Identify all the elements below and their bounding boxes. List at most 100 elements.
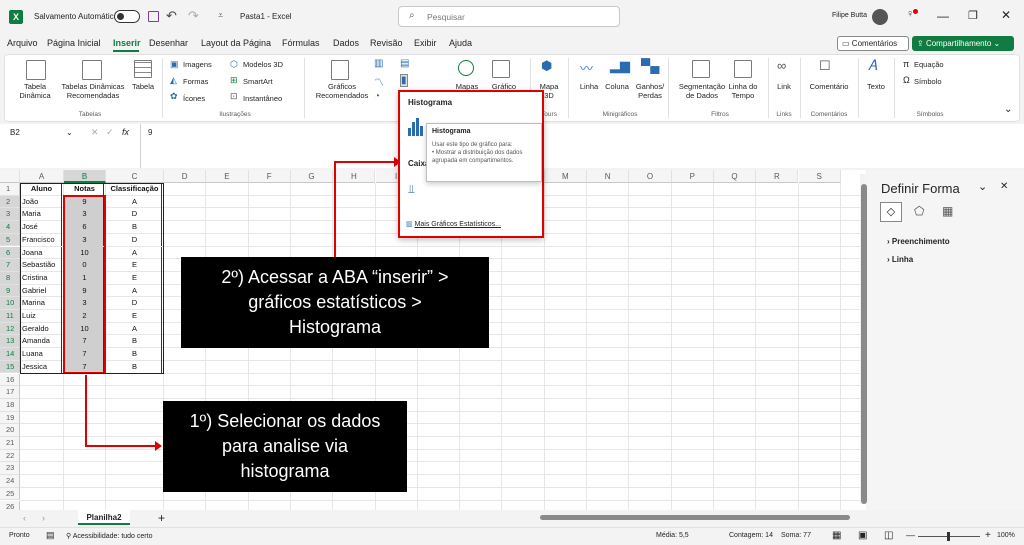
row-header[interactable]: 12 bbox=[0, 322, 20, 336]
sparkline-winloss-button[interactable]: Ganhos/ Perdas bbox=[630, 82, 670, 100]
column-header[interactable]: A bbox=[20, 170, 64, 183]
table-cell[interactable]: Joana bbox=[22, 246, 62, 260]
table-cell[interactable]: Marina bbox=[22, 297, 62, 310]
table-cell[interactable]: 1 bbox=[66, 271, 104, 285]
row-header[interactable]: 5 bbox=[0, 233, 20, 247]
table-button[interactable]: Tabela bbox=[128, 82, 158, 91]
timeline-button[interactable]: Linha do Tempo bbox=[724, 82, 762, 100]
column-header[interactable]: B bbox=[64, 170, 106, 183]
table-cell[interactable]: Gabriel bbox=[22, 284, 62, 298]
panel-close-icon[interactable]: ✕ bbox=[1000, 181, 1008, 192]
icons-button[interactable]: Ícones bbox=[183, 94, 205, 103]
zoom-out-icon[interactable]: — bbox=[906, 530, 915, 540]
table-cell[interactable]: 2 bbox=[66, 310, 104, 323]
column-header[interactable]: F bbox=[248, 170, 291, 183]
column-header[interactable]: H bbox=[333, 170, 376, 183]
redo-icon[interactable]: ↷ bbox=[188, 8, 199, 24]
table-cell[interactable]: 10 bbox=[66, 246, 104, 260]
next-sheet-icon[interactable]: › bbox=[42, 513, 45, 523]
search-box[interactable]: ⌕ Pesquisar bbox=[398, 6, 620, 27]
effects-tab-icon[interactable]: ⬠ bbox=[914, 204, 924, 218]
table-cell[interactable]: Jessica bbox=[22, 360, 62, 374]
row-header[interactable]: 17 bbox=[0, 386, 20, 399]
fx-icon[interactable]: fx bbox=[122, 127, 129, 137]
more-stats-charts[interactable]: ▥ Mais Gráficos Estatísticos... bbox=[406, 220, 501, 228]
table-cell[interactable]: E bbox=[108, 310, 162, 323]
row-header[interactable]: 3 bbox=[0, 208, 20, 222]
column-header[interactable]: G bbox=[290, 170, 334, 183]
images-button[interactable]: Imagens bbox=[183, 60, 212, 69]
size-properties-tab-icon[interactable]: ▦ bbox=[942, 204, 953, 218]
table-cell[interactable]: B bbox=[108, 348, 162, 361]
3d-models-button[interactable]: Modelos 3D bbox=[243, 60, 283, 69]
prev-sheet-icon[interactable]: ‹ bbox=[23, 513, 26, 523]
column-header[interactable]: D bbox=[164, 170, 207, 183]
recommended-pivot-button[interactable]: Tabelas Dinâmicas Recomendadas bbox=[58, 82, 128, 100]
fill-line-tab[interactable]: ◇ bbox=[880, 202, 902, 222]
sparkline-column-button[interactable]: Coluna bbox=[603, 82, 631, 91]
row-header[interactable]: 13 bbox=[0, 335, 20, 349]
row-header[interactable]: 24 bbox=[0, 475, 20, 488]
table-cell[interactable]: 10 bbox=[66, 322, 104, 336]
row-header[interactable]: 1 bbox=[0, 183, 20, 196]
table-cell[interactable]: A bbox=[108, 322, 162, 336]
row-header[interactable]: 14 bbox=[0, 348, 20, 361]
fill-section[interactable]: › Preenchimento bbox=[887, 237, 950, 246]
tab-layout[interactable]: Layout da Página bbox=[201, 38, 271, 48]
vertical-scrollbar[interactable] bbox=[860, 174, 868, 504]
column-header[interactable]: Q bbox=[713, 170, 757, 183]
table-cell[interactable]: Classificação bbox=[108, 183, 162, 196]
page-break-icon[interactable]: ◫ bbox=[884, 530, 893, 541]
table-cell[interactable]: 3 bbox=[66, 297, 104, 310]
pivot-table-button[interactable]: Tabela Dinâmica bbox=[10, 82, 60, 100]
column-header[interactable]: S bbox=[798, 170, 841, 183]
row-header[interactable]: 19 bbox=[0, 411, 20, 425]
tab-inserir[interactable]: Inserir bbox=[113, 38, 141, 48]
table-cell[interactable]: 9 bbox=[66, 195, 104, 209]
table-cell[interactable]: E bbox=[108, 259, 162, 272]
zoom-slider[interactable] bbox=[918, 532, 980, 541]
recommended-charts-button[interactable]: Gráficos Recomendados bbox=[312, 82, 372, 100]
column-chart-icon[interactable]: ▥ bbox=[374, 58, 383, 69]
row-header[interactable]: 2 bbox=[0, 195, 20, 209]
normal-view-icon[interactable]: ▦ bbox=[832, 530, 841, 541]
table-cell[interactable]: 7 bbox=[66, 348, 104, 361]
tab-desenhar[interactable]: Desenhar bbox=[149, 38, 188, 48]
comment-insert-button[interactable]: Comentário bbox=[806, 82, 852, 91]
statistic-chart-icon[interactable]: ▮ bbox=[400, 74, 408, 87]
row-header[interactable]: 25 bbox=[0, 487, 20, 501]
comments-button[interactable]: ▭ Comentários bbox=[837, 36, 909, 51]
line-chart-icon[interactable]: 〽 bbox=[374, 74, 384, 89]
table-cell[interactable]: Maria bbox=[22, 208, 62, 222]
table-cell[interactable]: 3 bbox=[66, 233, 104, 247]
table-cell[interactable]: Aluno bbox=[22, 183, 62, 196]
accessibility-status[interactable]: ⚲ Acessibilidade: tudo certo bbox=[66, 532, 152, 540]
shapes-button[interactable]: Formas bbox=[183, 77, 208, 86]
row-header[interactable]: 18 bbox=[0, 398, 20, 412]
autosave-toggle[interactable] bbox=[114, 10, 140, 23]
column-header[interactable]: N bbox=[587, 170, 630, 183]
column-header[interactable]: C bbox=[106, 170, 164, 183]
table-cell[interactable]: Luiz bbox=[22, 310, 62, 323]
close-icon[interactable]: ✕ bbox=[1001, 8, 1011, 22]
table-cell[interactable]: A bbox=[108, 246, 162, 260]
panel-options-icon[interactable]: ⌄ bbox=[978, 180, 987, 193]
table-cell[interactable]: 6 bbox=[66, 221, 104, 234]
horizontal-scrollbar[interactable] bbox=[540, 515, 850, 520]
table-cell[interactable]: Amanda bbox=[22, 335, 62, 349]
column-header[interactable]: M bbox=[544, 170, 587, 183]
table-cell[interactable]: 0 bbox=[66, 259, 104, 272]
table-cell[interactable]: D bbox=[108, 297, 162, 310]
table-cell[interactable]: Cristina bbox=[22, 271, 62, 285]
table-cell[interactable]: José bbox=[22, 221, 62, 234]
customize-icon[interactable]: ⩡ bbox=[218, 10, 223, 21]
text-button[interactable]: Texto bbox=[862, 82, 890, 91]
table-cell[interactable]: D bbox=[108, 233, 162, 247]
table-cell[interactable]: A bbox=[108, 284, 162, 298]
table-cell[interactable]: B bbox=[108, 221, 162, 234]
add-sheet-icon[interactable]: + bbox=[158, 511, 165, 525]
table-cell[interactable]: Geraldo bbox=[22, 322, 62, 336]
tab-dados[interactable]: Dados bbox=[333, 38, 359, 48]
minimize-icon[interactable]: — bbox=[937, 9, 949, 23]
table-cell[interactable]: Notas bbox=[66, 183, 104, 196]
